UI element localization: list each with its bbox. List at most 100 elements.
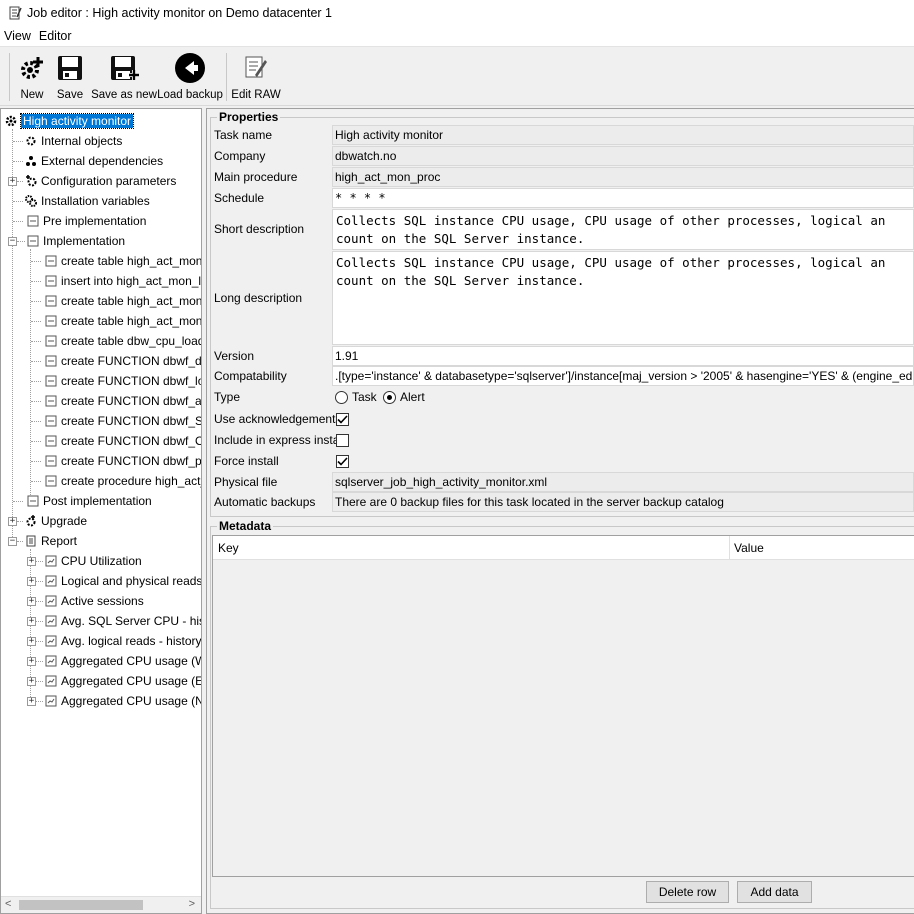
expand-report-item[interactable]: + <box>27 637 36 646</box>
expand-upgrade[interactable]: + <box>8 517 17 526</box>
menu-editor[interactable]: Editor <box>35 29 76 43</box>
tree-report[interactable]: Report <box>25 532 77 550</box>
report-item[interactable]: Avg. SQL Server CPU - histo <box>45 612 201 630</box>
long-description-field[interactable]: Collects SQL instance CPU usage, CPU usa… <box>332 251 914 345</box>
type-task-label[interactable]: Task <box>352 390 377 404</box>
expand-report-item[interactable]: + <box>27 657 36 666</box>
metadata-table[interactable]: Key Value <box>212 535 914 877</box>
implementation-item-label: create FUNCTION dbwf_logi <box>61 374 202 388</box>
notepad-icon <box>9 6 22 20</box>
chart-icon <box>45 675 57 687</box>
implementation-item[interactable]: insert into high_act_mon_la <box>45 272 201 290</box>
use-ack-label: Use acknowledgements <box>214 412 342 426</box>
report-item[interactable]: Active sessions <box>45 592 144 610</box>
floppy-icon <box>58 56 82 80</box>
add-data-button[interactable]: Add data <box>737 881 812 903</box>
force-install-checkbox[interactable] <box>336 455 349 468</box>
schedule-field[interactable]: * * * * <box>332 188 914 208</box>
chart-icon <box>45 555 57 567</box>
scroll-left-icon[interactable]: < <box>5 898 11 910</box>
implementation-item[interactable]: create FUNCTION dbwf_SQL <box>45 412 202 430</box>
collapse-implementation[interactable]: − <box>8 237 17 246</box>
expand-report-item[interactable]: + <box>27 597 36 606</box>
report-item-label: CPU Utilization <box>61 554 142 568</box>
scroll-thumb[interactable] <box>19 900 143 910</box>
report-item[interactable]: Aggregated CPU usage (WH <box>45 652 201 670</box>
tree-root-label: High activity monitor <box>19 113 135 129</box>
main-procedure-field[interactable]: high_act_mon_proc <box>332 167 914 187</box>
script-icon <box>45 475 57 487</box>
implementation-item[interactable]: create procedure high_act_r <box>45 472 201 490</box>
auto-backups-field[interactable]: There are 0 backup files for this task l… <box>332 492 914 512</box>
task-name-label: Task name <box>214 128 273 142</box>
tree-internal-objects[interactable]: Internal objects <box>25 132 122 150</box>
express-install-checkbox[interactable] <box>336 434 349 447</box>
script-icon <box>45 455 57 467</box>
menu-view[interactable]: View <box>0 29 35 43</box>
expand-report-item[interactable]: + <box>27 557 36 566</box>
load-backup-button[interactable]: Load backup <box>157 47 223 105</box>
new-button[interactable]: New <box>14 47 50 105</box>
expand-config-params[interactable]: + <box>8 177 17 186</box>
tree-root[interactable]: High activity monitor <box>5 112 135 130</box>
tree-external-dependencies[interactable]: External dependencies <box>25 152 163 170</box>
tree-horizontal-scrollbar[interactable]: < > <box>1 896 201 913</box>
col-value-header[interactable]: Value <box>734 541 764 555</box>
compatability-field[interactable]: .[type='instance' & databasetype='sqlser… <box>332 366 914 386</box>
task-name-field[interactable]: High activity monitor <box>332 125 914 145</box>
implementation-item[interactable]: create table high_act_mon_t <box>45 312 201 330</box>
implementation-item[interactable]: create FUNCTION dbwf_phy <box>45 452 201 470</box>
col-key-header[interactable]: Key <box>218 541 239 555</box>
tree-configuration-parameters[interactable]: Configuration parameters <box>25 172 176 190</box>
expand-report-item[interactable]: + <box>27 577 36 586</box>
type-task-radio[interactable] <box>335 391 348 404</box>
report-item[interactable]: Aggregated CPU usage (EH) <box>45 672 201 690</box>
implementation-item[interactable]: create table high_act_mon_l <box>45 252 201 270</box>
type-alert-radio[interactable] <box>383 391 396 404</box>
delete-row-button[interactable]: Delete row <box>646 881 729 903</box>
tree-post-implementation[interactable]: Post implementation <box>27 492 152 510</box>
script-icon <box>27 235 39 247</box>
implementation-item[interactable]: create FUNCTION dbwf_logi <box>45 372 202 390</box>
company-field[interactable]: dbwatch.no <box>332 146 914 166</box>
tree-pre-implementation[interactable]: Pre implementation <box>27 212 146 230</box>
use-ack-checkbox[interactable] <box>336 413 349 426</box>
implementation-item[interactable]: create table high_act_mon_t <box>45 292 201 310</box>
tree-report-label: Report <box>41 534 78 548</box>
edit-raw-label: Edit RAW <box>231 89 281 101</box>
expand-report-item[interactable]: + <box>27 697 36 706</box>
save-as-new-button[interactable]: Save as new <box>91 47 157 105</box>
save-button[interactable]: Save <box>53 47 87 105</box>
tree-upgrade[interactable]: Upgrade <box>25 512 87 530</box>
implementation-item[interactable]: create FUNCTION dbwf_Oth <box>45 432 201 450</box>
save-as-new-label: Save as new <box>91 89 157 101</box>
expand-report-item[interactable]: + <box>27 617 36 626</box>
version-field[interactable]: 1.91 <box>332 346 914 366</box>
script-icon <box>45 295 57 307</box>
report-item-label: Avg. logical reads - history ' <box>61 634 202 648</box>
checkmark-icon <box>337 415 348 424</box>
tree-installation-variables[interactable]: Installation variables <box>25 192 150 210</box>
implementation-item[interactable]: create table dbw_cpu_load_ <box>45 332 201 350</box>
report-item[interactable]: Avg. logical reads - history ' <box>45 632 202 650</box>
compatability-label: Compatability <box>214 369 287 383</box>
tree-post-implementation-label: Post implementation <box>43 494 152 508</box>
job-tree[interactable]: High activity monitor Internal objects E… <box>0 108 202 914</box>
expand-report-item[interactable]: + <box>27 677 36 686</box>
implementation-item[interactable]: create FUNCTION dbwf_dat <box>45 352 201 370</box>
implementation-item-label: create FUNCTION dbwf_SQL <box>61 414 202 428</box>
config-icon <box>26 175 37 187</box>
edit-raw-button[interactable]: Edit RAW <box>231 47 281 105</box>
report-item[interactable]: CPU Utilization <box>45 552 142 570</box>
report-item[interactable]: Logical and physical reads <box>45 572 201 590</box>
short-description-field[interactable]: Collects SQL instance CPU usage, CPU usa… <box>332 209 914 250</box>
type-alert-label[interactable]: Alert <box>400 390 425 404</box>
implementation-item[interactable]: create FUNCTION dbwf_acti <box>45 392 201 410</box>
scroll-right-icon[interactable]: > <box>189 898 195 910</box>
script-icon <box>45 315 57 327</box>
physical-file-field[interactable]: sqlserver_job_high_activity_monitor.xml <box>332 472 914 492</box>
collapse-report[interactable]: − <box>8 537 17 546</box>
chart-icon <box>45 695 57 707</box>
report-item[interactable]: Aggregated CPU usage (NH) <box>45 692 201 710</box>
tree-implementation[interactable]: Implementation <box>27 232 125 250</box>
